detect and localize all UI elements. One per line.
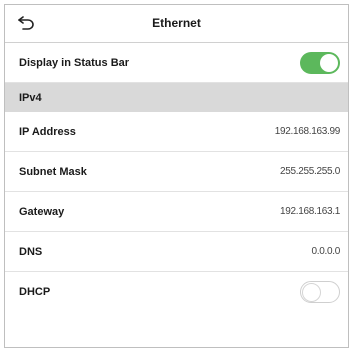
display-in-status-bar-toggle[interactable] <box>300 51 340 74</box>
toggle-knob <box>320 53 338 72</box>
gateway-row[interactable]: Gateway 192.168.163.1 <box>5 192 348 232</box>
subnet-mask-row[interactable]: Subnet Mask 255.255.255.0 <box>5 152 348 192</box>
subnet-mask-value: 255.255.255.0 <box>279 166 340 177</box>
display-in-status-bar-row[interactable]: Display in Status Bar <box>5 43 348 83</box>
dns-value: 0.0.0.0 <box>311 246 341 257</box>
display-in-status-bar-label: Display in Status Bar <box>19 56 130 69</box>
dhcp-row[interactable]: DHCP <box>5 272 348 312</box>
gateway-value: 192.168.163.1 <box>279 206 340 217</box>
dhcp-toggle[interactable] <box>300 281 340 303</box>
gateway-label: Gateway <box>19 205 65 218</box>
dns-row[interactable]: DNS 0.0.0.0 <box>5 232 348 272</box>
subnet-mask-label: Subnet Mask <box>19 165 87 178</box>
header-bar: Ethernet <box>5 5 348 43</box>
toggle-knob <box>302 283 321 302</box>
ip-address-label: IP Address <box>19 125 76 138</box>
dns-label: DNS <box>19 245 43 258</box>
ipv4-section-header: IPv4 <box>5 83 348 112</box>
dhcp-label: DHCP <box>19 286 51 298</box>
ip-address-row[interactable]: IP Address 192.168.163.99 <box>5 112 348 152</box>
page-title: Ethernet <box>152 16 201 30</box>
ip-address-value: 192.168.163.99 <box>274 126 341 137</box>
ethernet-settings-screen: Ethernet Display in Status Bar IPv4 IP A… <box>4 4 349 348</box>
